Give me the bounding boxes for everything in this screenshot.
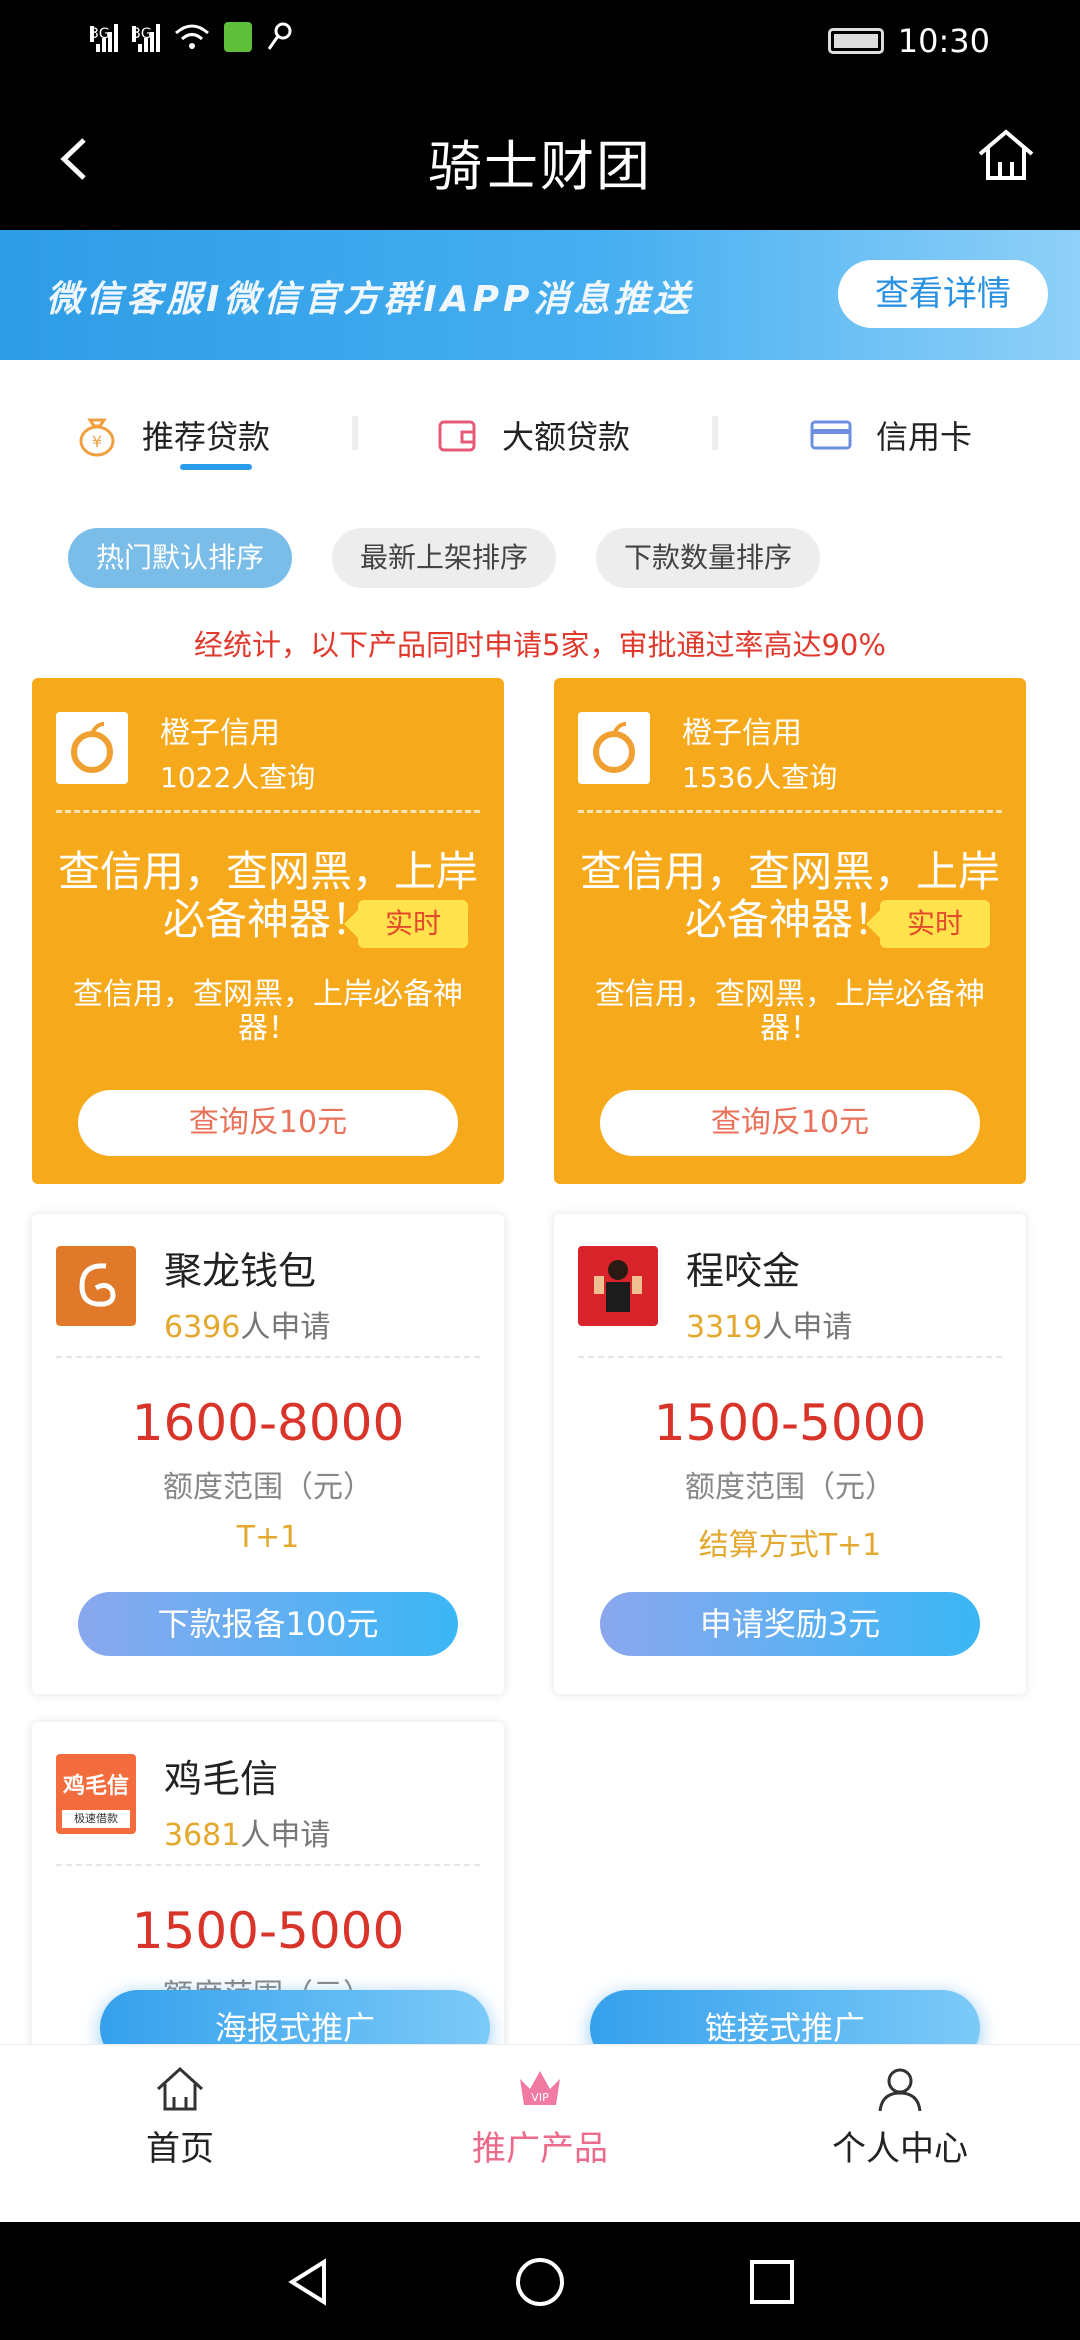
jimaoxin-logo: 鸡毛信 极速借款	[56, 1754, 136, 1834]
approval-notice: 经统计，以下产品同时申请5家，审批通过率高达90%	[194, 628, 886, 662]
apply-count-suffix: 人申请	[240, 1310, 331, 1345]
sort-options: 热门默认排序 最新上架排序 下款数量排序	[68, 528, 821, 588]
settlement-method: T+1	[236, 1520, 300, 1555]
signal-icon-1: 3G	[90, 22, 118, 52]
credit-range-label: 额度范围（元）	[685, 1470, 895, 1505]
loan-card[interactable]: 聚龙钱包 6396人申请 1600-8000 额度范围（元） T+1 下款报备1…	[32, 1214, 504, 1694]
battery-icon	[827, 28, 884, 54]
credit-range: 1500-5000	[653, 1394, 927, 1452]
page-title: 骑士财团	[428, 135, 652, 198]
svg-text:¥: ¥	[92, 432, 102, 451]
sort-by-loans[interactable]: 下款数量排序	[596, 528, 821, 588]
signal-label-2: 3G	[132, 26, 152, 42]
apply-count-suffix: 人申请	[240, 1818, 331, 1853]
category-tabs: ¥ 推荐贷款 大额贷款 信用卡	[0, 390, 1080, 480]
chengyaojin-logo	[578, 1246, 658, 1326]
divider	[578, 1356, 1002, 1358]
sort-newest[interactable]: 最新上架排序	[332, 528, 557, 588]
orange-credit-logo	[56, 712, 128, 784]
promo-card[interactable]: 橙子信用 1022人查询 查信用，查网黑，上岸必备神器！ 实时 查信用，查网黑，…	[32, 678, 504, 1184]
status-bar: 3G 3G 10:30	[0, 0, 1080, 84]
home-circle-icon[interactable]	[510, 2252, 570, 2312]
tab-label: 信用卡	[876, 418, 973, 456]
back-triangle-icon[interactable]	[278, 2252, 338, 2312]
query-count: 1022人查询	[160, 761, 316, 794]
promo-description: 查信用，查网黑，上岸必备神器！	[595, 977, 985, 1046]
apply-count: 3319人申请	[686, 1302, 852, 1346]
key-icon	[267, 22, 292, 50]
product-name: 鸡毛信	[164, 1757, 279, 1801]
realtime-tag: 实时	[344, 900, 468, 948]
divider	[578, 810, 1002, 813]
nav-bar: 骑士财团	[0, 84, 1080, 230]
apply-count-suffix: 人申请	[762, 1310, 853, 1345]
tab-divider	[712, 416, 718, 450]
tab-home[interactable]: 首页	[60, 2065, 300, 2170]
divider	[56, 1356, 480, 1358]
product-name: 聚龙钱包	[164, 1249, 317, 1293]
promo-card[interactable]: 橙子信用 1536人查询 查信用，查网黑，上岸必备神器！ 实时 查信用，查网黑，…	[554, 678, 1026, 1184]
apply-count: 6396人申请	[164, 1302, 330, 1346]
credit-range: 1600-8000	[131, 1394, 405, 1452]
apply-count-number: 3681	[164, 1818, 241, 1853]
bottom-tab-bar: 首页 VIP 推广产品 个人中心	[0, 2044, 1080, 2222]
home-icon	[156, 2066, 204, 2111]
wallet-icon	[438, 420, 476, 452]
tab-large-loan[interactable]: 大额贷款	[434, 390, 630, 480]
recents-square-icon[interactable]	[742, 2252, 802, 2312]
view-details-button[interactable]: 查看详情	[838, 260, 1048, 328]
notice-banner: 微信客服I微信官方群IAPP消息推送 查看详情	[0, 230, 1080, 360]
tab-promoted-products[interactable]: VIP 推广产品	[420, 2065, 660, 2170]
apply-reward-button[interactable]: 申请奖励3元	[600, 1592, 980, 1656]
julong-wallet-logo	[56, 1246, 136, 1326]
loan-report-button[interactable]: 下款报备100元	[78, 1592, 458, 1656]
person-icon	[878, 2068, 922, 2112]
signal-label-1: 3G	[90, 26, 110, 42]
product-name: 程咬金	[686, 1249, 801, 1293]
settlement-method: 结算方式T+1	[698, 1528, 882, 1563]
product-name: 橙子信用	[682, 716, 802, 751]
tab-label: 推荐贷款	[142, 418, 271, 456]
status-right: 10:30	[827, 22, 990, 60]
query-rebate-button[interactable]: 查询反10元	[78, 1090, 458, 1156]
divider	[56, 1864, 480, 1866]
banner-text: 微信客服I微信官方群IAPP消息推送	[46, 279, 694, 320]
loan-card[interactable]: 程咬金 3319人申请 1500-5000 额度范围（元） 结算方式T+1 申请…	[554, 1214, 1026, 1694]
logo-text: 鸡毛信	[62, 1774, 129, 1799]
product-name: 橙子信用	[160, 716, 280, 751]
svg-text:VIP: VIP	[531, 2091, 549, 2104]
apply-count-number: 3319	[686, 1310, 763, 1345]
credit-range-label: 额度范围（元）	[163, 1470, 373, 1505]
tab-label: 大额贷款	[502, 418, 631, 456]
tab-divider	[352, 416, 358, 450]
credit-range: 1500-5000	[131, 1902, 405, 1960]
status-left: 3G 3G	[90, 22, 294, 52]
wifi-icon	[175, 24, 209, 49]
signal-icon-2: 3G	[132, 22, 160, 52]
tab-label: 首页	[146, 2129, 214, 2169]
logo-subtext: 极速借款	[62, 1810, 130, 1828]
tab-label: 推广产品	[472, 2129, 608, 2169]
credit-card-icon	[810, 420, 852, 450]
apply-count-number: 6396	[164, 1310, 241, 1345]
sim-card-icon	[224, 22, 252, 52]
status-time: 10:30	[897, 22, 990, 60]
home-icon[interactable]	[974, 124, 1038, 188]
orange-credit-logo	[578, 712, 650, 784]
system-navigation-bar	[0, 2222, 1080, 2340]
query-rebate-button[interactable]: 查询反10元	[600, 1090, 980, 1156]
vip-crown-icon: VIP	[520, 2071, 560, 2105]
tab-credit-card[interactable]: 信用卡	[808, 390, 972, 480]
divider	[56, 810, 480, 813]
realtime-tag: 实时	[866, 900, 990, 948]
money-bag-icon: ¥	[79, 418, 115, 457]
sort-hot-default[interactable]: 热门默认排序	[68, 528, 293, 588]
tab-active-indicator	[180, 464, 252, 470]
query-count: 1536人查询	[682, 761, 838, 794]
tab-profile[interactable]: 个人中心	[780, 2065, 1020, 2170]
tab-label: 个人中心	[832, 2129, 968, 2169]
apply-count: 3681人申请	[164, 1810, 330, 1854]
promo-description: 查信用，查网黑，上岸必备神器！	[73, 977, 463, 1046]
